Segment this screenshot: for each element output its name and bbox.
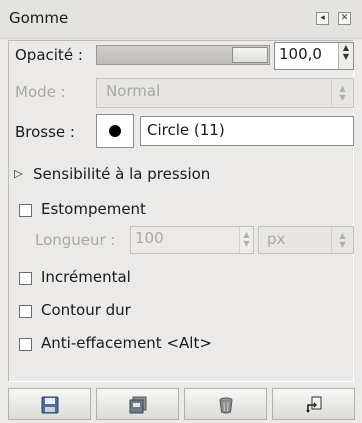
length-spin-arrows[interactable]: ▲ ▼ [239, 227, 253, 253]
brush-label: Brosse : [15, 123, 75, 141]
fade-label: Estompement [41, 200, 146, 218]
brush-preview-icon [109, 125, 121, 137]
brush-preview-button[interactable] [96, 114, 134, 148]
mode-label: Mode : [15, 83, 66, 101]
close-icon[interactable]: ✕ [338, 12, 351, 25]
hard-edge-checkbox[interactable] [19, 305, 32, 318]
tab-menu-icon[interactable]: ◂ [316, 12, 329, 25]
incremental-checkbox[interactable] [19, 272, 32, 285]
button-bar [8, 388, 355, 420]
save-options-button[interactable] [8, 388, 91, 420]
mode-value: Normal [106, 82, 161, 100]
expander-arrow-icon[interactable]: ▷ [14, 167, 22, 180]
reset-options-button[interactable] [272, 388, 355, 420]
opacity-spin-arrows[interactable]: ▲ ▼ [338, 43, 353, 69]
mode-combo-arrows: ▲ ▼ [331, 79, 353, 107]
save-icon [41, 396, 59, 414]
opacity-spinbox[interactable]: 100,0 ▲ ▼ [274, 42, 354, 70]
unit-combo-arrows: ▲ ▼ [331, 227, 353, 253]
delete-icon [219, 397, 233, 414]
delete-options-button[interactable] [184, 388, 267, 420]
mode-combo[interactable]: Normal ▲ ▼ [96, 78, 354, 108]
incremental-label: Incrémental [41, 268, 131, 286]
opacity-slider-thumb[interactable] [232, 47, 268, 63]
eraser-dock-window: Gomme ◂ ✕ Opacité : 100,0 ▲ ▼ Mode : Norm… [0, 0, 362, 423]
window-title: Gomme [9, 9, 69, 27]
restore-options-button[interactable] [96, 388, 179, 420]
length-value: 100 [135, 229, 164, 247]
length-label: Longueur : [35, 231, 116, 249]
brush-name-value: Circle (11) [147, 121, 225, 139]
restore-icon [129, 396, 147, 414]
opacity-slider[interactable] [96, 45, 270, 65]
opacity-label: Opacité : [15, 46, 83, 64]
unit-value: px [267, 230, 286, 248]
length-spinbox[interactable]: 100 ▲ ▼ [130, 226, 254, 254]
brush-name-field[interactable]: Circle (11) [140, 116, 354, 146]
title-bar: Gomme ◂ ✕ [0, 0, 362, 39]
anti-erase-checkbox[interactable] [19, 338, 32, 351]
fade-checkbox[interactable] [19, 204, 32, 217]
opacity-value: 100,0 [279, 45, 322, 63]
unit-combo[interactable]: px ▲ ▼ [258, 226, 354, 254]
anti-erase-label: Anti-effacement <Alt> [41, 334, 212, 352]
pressure-sensitivity-expander[interactable]: Sensibilité à la pression [33, 165, 210, 183]
hard-edge-label: Contour dur [41, 301, 131, 319]
reset-icon [306, 396, 322, 413]
